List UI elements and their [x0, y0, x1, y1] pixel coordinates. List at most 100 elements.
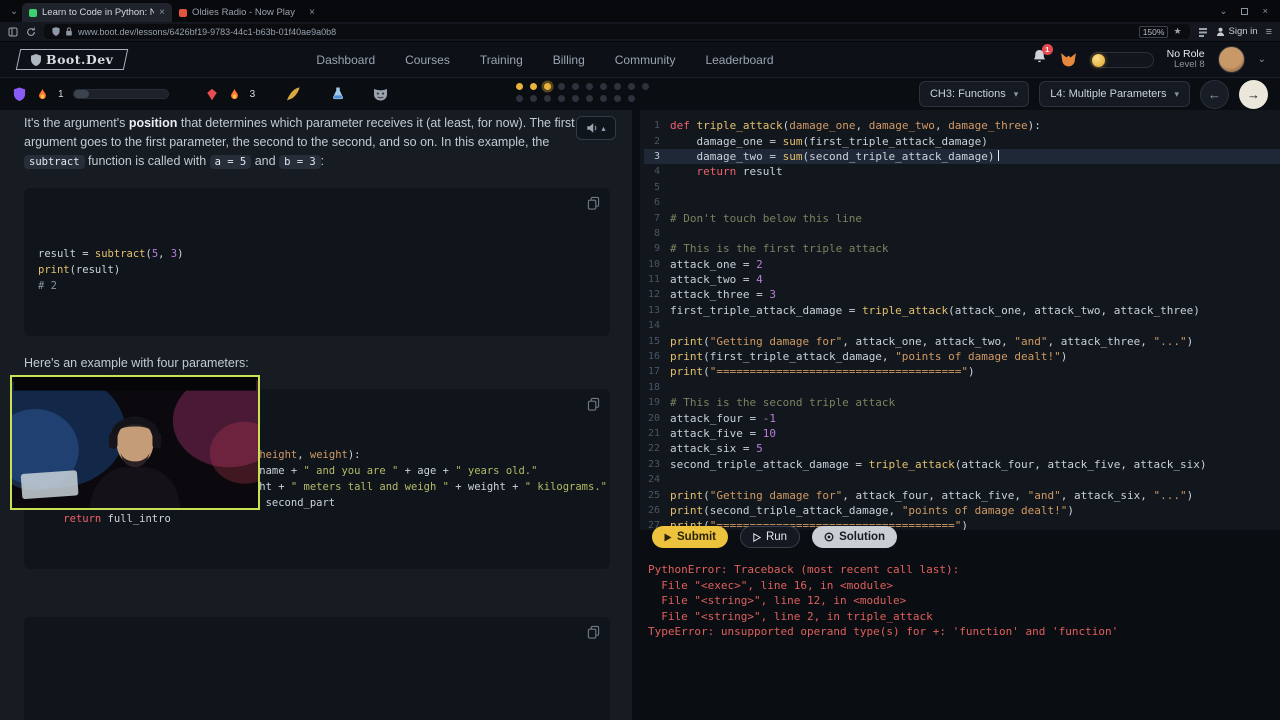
- window-chevron-icon[interactable]: ⌄: [1219, 6, 1227, 17]
- tab-list-chevron-icon[interactable]: ⌄: [6, 6, 22, 17]
- lesson-progress-dot[interactable]: [530, 83, 537, 90]
- lesson-progress-dot[interactable]: [600, 95, 607, 102]
- inline-code-chip: a = 5: [209, 155, 252, 169]
- solution-button[interactable]: Solution: [812, 526, 898, 548]
- console-line: File "<string>", line 12, in <module>: [648, 594, 907, 607]
- solution-icon: [824, 532, 834, 542]
- line-number: 18: [647, 381, 660, 393]
- line-number: 14: [647, 320, 660, 332]
- window-controls: ⌄ ×: [1219, 6, 1274, 17]
- sign-in-button[interactable]: Sign in: [1216, 26, 1258, 37]
- lesson-progress-dot[interactable]: [572, 83, 579, 90]
- header-right-cluster: 1 No Role Level 8 ⌄: [1032, 44, 1280, 73]
- lesson-progress-dot[interactable]: [558, 95, 565, 102]
- notification-badge: 1: [1041, 44, 1053, 55]
- lesson-progress-dot[interactable]: [614, 95, 621, 102]
- editor-line: 21 attack_five = 10: [644, 426, 1280, 441]
- inline-code-chip: subtract: [24, 155, 85, 169]
- menu-icon[interactable]: ≡: [1266, 26, 1272, 38]
- line-number: 19: [647, 397, 660, 409]
- submit-icon: [664, 533, 672, 541]
- lesson-progress-dot[interactable]: [614, 83, 621, 90]
- run-label: Run: [765, 531, 788, 543]
- potion-flask-icon: [333, 87, 344, 100]
- copy-button[interactable]: [587, 625, 600, 644]
- tab-title: Learn to Code in Python: N: [42, 7, 155, 18]
- editor-line: 6: [644, 195, 1280, 210]
- close-icon[interactable]: ×: [1262, 6, 1268, 17]
- lesson-progress-dot[interactable]: [586, 95, 593, 102]
- zoom-level[interactable]: 150%: [1138, 25, 1169, 38]
- nav-item-dashboard[interactable]: Dashboard: [316, 53, 375, 67]
- lesson-progress-dot[interactable]: [544, 95, 551, 102]
- avatar[interactable]: [1217, 46, 1245, 73]
- lesson-progress-dot[interactable]: [628, 83, 635, 90]
- nav-item-training[interactable]: Training: [480, 53, 523, 67]
- flame-count: 3: [249, 88, 256, 100]
- lesson-progress-dot[interactable]: [544, 83, 551, 90]
- line-number: 8: [653, 227, 660, 239]
- browser-url-bar: www.boot.dev/lessons/6426bf19-9783-44c1-…: [0, 22, 1280, 42]
- tab-close-icon[interactable]: ×: [159, 7, 165, 18]
- sidebar-toggle-icon[interactable]: [8, 27, 18, 37]
- fox-icon[interactable]: [1060, 52, 1077, 67]
- chapter-select[interactable]: CH3: Functions ▾: [918, 81, 1030, 107]
- run-button[interactable]: Run: [739, 526, 801, 548]
- copy-button[interactable]: [587, 397, 600, 416]
- lesson-progress-dot[interactable]: [516, 95, 523, 102]
- browser-tab[interactable]: Oldies Radio - Now Play ×: [172, 3, 322, 22]
- nav-item-leaderboard[interactable]: Leaderboard: [705, 53, 773, 67]
- site-header: Boot.Dev Dashboard Courses Training Billing…: [0, 42, 1280, 78]
- lesson-progress-dot[interactable]: [586, 83, 593, 90]
- lesson-progress-dot[interactable]: [516, 83, 523, 90]
- line-number: 22: [647, 443, 660, 455]
- console-output: PythonError: Traceback (most recent call…: [648, 562, 1118, 640]
- xp-progress-pill[interactable]: [1089, 51, 1154, 68]
- browser-tab[interactable]: Learn to Code in Python: N ×: [22, 3, 172, 22]
- bookmark-star-icon[interactable]: ★: [1173, 26, 1181, 37]
- lesson-progress-dot[interactable]: [600, 83, 607, 90]
- refresh-icon[interactable]: [26, 27, 36, 37]
- text-segment: :: [320, 154, 325, 168]
- lesson-progress-dot[interactable]: [558, 83, 565, 90]
- stats-cluster: 1 3: [12, 86, 388, 102]
- lesson-select[interactable]: L4: Multiple Parameters ▾: [1039, 81, 1190, 107]
- editor-line: 8: [644, 226, 1280, 241]
- notifications-button[interactable]: 1: [1032, 44, 1053, 70]
- tab-favicon-icon: [179, 8, 187, 17]
- next-lesson-button[interactable]: →: [1239, 79, 1268, 109]
- main-nav: Dashboard Courses Training Billing Community…: [316, 53, 773, 67]
- maximize-icon[interactable]: [1241, 7, 1249, 15]
- bootdev-logo[interactable]: Boot.Dev: [15, 49, 129, 70]
- url-text: www.boot.dev/lessons/6426bf19-9783-44c1-…: [78, 26, 337, 37]
- text-segment: and: [251, 154, 280, 168]
- chevron-down-icon[interactable]: ⌄: [1258, 54, 1266, 65]
- submit-button[interactable]: Submit: [652, 526, 728, 548]
- editor-line: 11 attack_two = 4: [644, 272, 1280, 287]
- copy-button[interactable]: [587, 196, 600, 215]
- lesson-panel: ▴ It's the argument's position that dete…: [0, 110, 632, 720]
- lesson-progress-dot[interactable]: [628, 95, 635, 102]
- line-number: 16: [647, 351, 660, 363]
- code-editor[interactable]: 1 def triple_attack(damage_one, damage_tw…: [640, 110, 1280, 530]
- tab-close-icon[interactable]: ×: [309, 7, 315, 18]
- speaker-icon: [587, 123, 597, 133]
- url-field[interactable]: www.boot.dev/lessons/6426bf19-9783-44c1-…: [44, 24, 1190, 39]
- bookmarks-icon[interactable]: [1198, 27, 1208, 37]
- logo-text: Boot.Dev: [46, 52, 114, 67]
- lesson-progress-dot[interactable]: [572, 95, 579, 102]
- nav-item-community[interactable]: Community: [615, 53, 676, 67]
- console-line: File "<string>", line 2, in triple_attac…: [648, 609, 933, 623]
- streak-count: 1: [58, 88, 64, 100]
- lesson-progress-dot[interactable]: [530, 95, 537, 102]
- prev-lesson-button[interactable]: ←: [1200, 79, 1229, 109]
- audio-play-button[interactable]: ▴: [576, 116, 616, 140]
- editor-line: 16 print(first_triple_attack_damage, "poi…: [644, 349, 1280, 364]
- editor-lines: 1 def triple_attack(damage_one, damage_tw…: [644, 118, 1280, 530]
- lesson-progress-dot[interactable]: [642, 83, 649, 90]
- nav-item-billing[interactable]: Billing: [553, 53, 585, 67]
- console-line: PythonError: Traceback (most recent call…: [648, 563, 960, 576]
- editor-line: 18: [644, 380, 1280, 395]
- browser-tab-bar: ⌄ Learn to Code in Python: N × Oldies Radi…: [0, 0, 1280, 22]
- nav-item-courses[interactable]: Courses: [405, 53, 450, 67]
